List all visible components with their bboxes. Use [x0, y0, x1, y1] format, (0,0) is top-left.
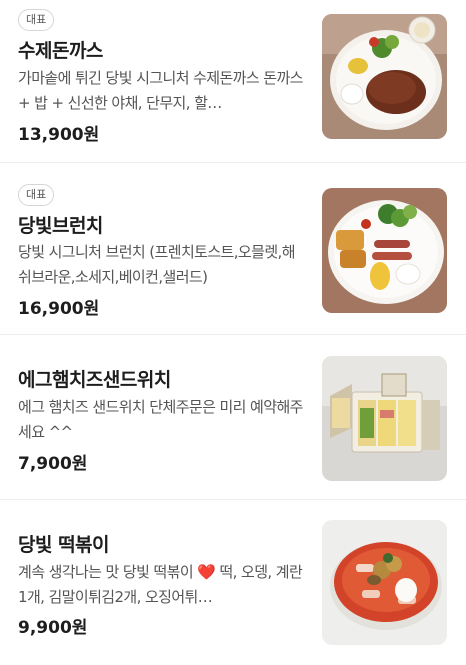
menu-item-photo[interactable] [322, 356, 447, 481]
menu-item-photo[interactable] [322, 14, 447, 139]
menu-list: 대표 수제돈까스 가마솥에 튀긴 당빛 시그니처 수제돈까스 돈까스 + 밥 +… [0, 0, 466, 665]
menu-item-name: 당빛브런치 [18, 215, 103, 237]
brunch-photo [322, 188, 447, 313]
tteokbokki-photo [322, 520, 447, 645]
sandwich-photo [322, 356, 447, 481]
menu-item-price: 9,900원 [18, 618, 88, 638]
pork-cutlet-photo [322, 14, 447, 139]
menu-item-pork-cutlet[interactable]: 대표 수제돈까스 가마솥에 튀긴 당빛 시그니처 수제돈까스 돈까스 + 밥 +… [0, 0, 466, 163]
menu-item-name: 에그햄치즈샌드위치 [18, 369, 171, 391]
signature-badge: 대표 [18, 184, 55, 206]
menu-item-brunch[interactable]: 대표 당빛브런치 당빛 시그니처 브런치 (프렌치토스트,오믈렛,해쉬브라운,소… [0, 163, 466, 335]
menu-item-photo[interactable] [322, 520, 447, 645]
menu-item-egg-ham-cheese-sandwich[interactable]: 에그햄치즈샌드위치 에그 햄치즈 샌드위치 단체주문은 미리 예약해주세요 ^^… [0, 335, 466, 500]
menu-item-name: 수제돈까스 [18, 40, 103, 62]
menu-item-tteokbokki[interactable]: 당빛 떡볶이 계속 생각나는 맛 당빛 떡볶이 ❤️ 떡, 오뎅, 계란1개, … [0, 500, 466, 665]
menu-item-name: 당빛 떡볶이 [18, 534, 110, 556]
menu-item-description: 에그 햄치즈 샌드위치 단체주문은 미리 예약해주세요 ^^ [18, 398, 303, 441]
menu-item-photo[interactable] [322, 188, 447, 313]
menu-item-description: 가마솥에 튀긴 당빛 시그니처 수제돈까스 돈까스 + 밥 + 신선한 야채, … [18, 69, 303, 112]
menu-item-price: 16,900원 [18, 299, 100, 319]
menu-item-price: 7,900원 [18, 454, 88, 474]
menu-item-description: 계속 생각나는 맛 당빛 떡볶이 ❤️ 떡, 오뎅, 계란1개, 김말이튀김2개… [18, 563, 303, 606]
signature-badge: 대표 [18, 9, 55, 31]
menu-item-description: 당빛 시그니처 브런치 (프렌치토스트,오믈렛,해쉬브라운,소세지,베이컨,샐러… [18, 243, 296, 286]
menu-item-price: 13,900원 [18, 125, 100, 145]
